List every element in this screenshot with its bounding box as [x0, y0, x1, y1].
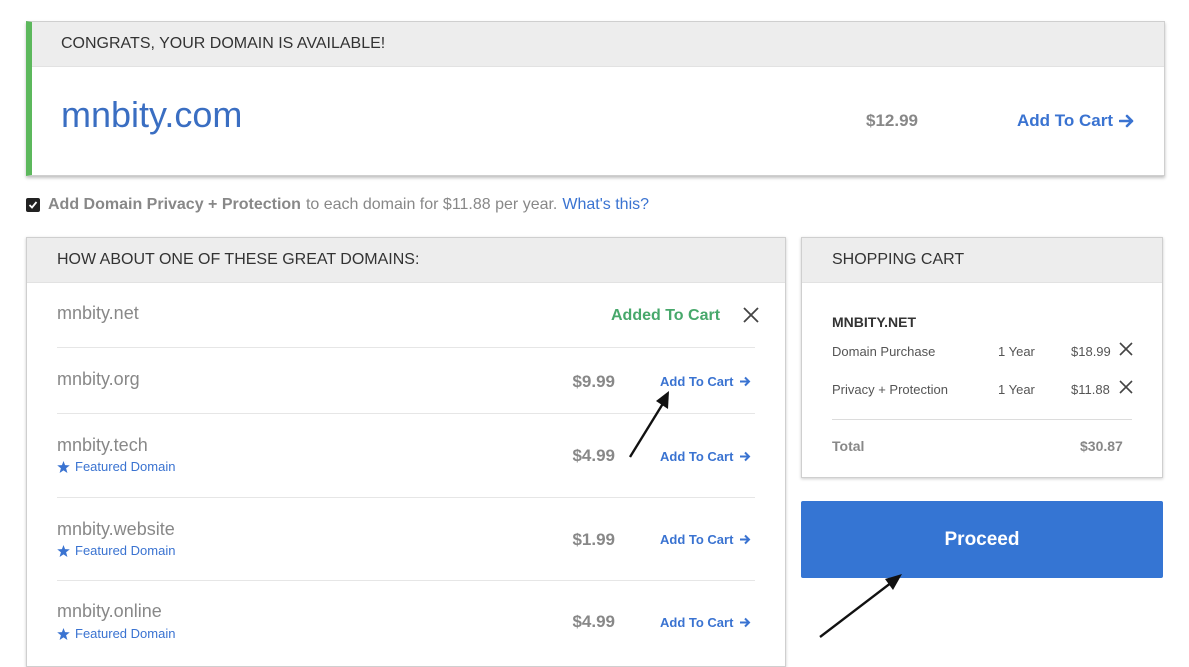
- featured-label: Featured Domain: [75, 543, 176, 558]
- suggestion-price: $9.99: [572, 372, 615, 391]
- cart-item-title: MNBITY.NET: [832, 314, 916, 330]
- cart-line-amount: $11.88: [1071, 382, 1110, 397]
- suggestion-row: mnbity.online Featured Domain $4.99 Add …: [57, 581, 755, 663]
- privacy-option: Add Domain Privacy + Protection to each …: [26, 196, 649, 214]
- cart-total-amount: $30.87: [1080, 438, 1123, 454]
- suggestion-row: mnbity.tech Featured Domain $4.99 Add To…: [57, 414, 755, 498]
- cart-header: SHOPPING CART: [802, 238, 1162, 283]
- suggestion-price: $1.99: [572, 530, 615, 549]
- suggestion-row: mnbity.website Featured Domain $1.99 Add…: [57, 498, 755, 581]
- available-domain-price: $12.99: [866, 111, 918, 130]
- suggestion-add-to-cart-button[interactable]: Add To Cart: [660, 532, 751, 547]
- featured-domain-badge: Featured Domain: [57, 459, 175, 474]
- suggestion-price: $4.99: [572, 446, 615, 465]
- cart-total-label: Total: [832, 438, 865, 454]
- remove-icon[interactable]: [1119, 342, 1133, 356]
- add-to-cart-label: Add To Cart: [660, 615, 734, 630]
- available-domain-name: mnbity.com: [61, 94, 243, 135]
- add-to-cart-label: Add To Cart: [660, 532, 734, 547]
- privacy-rest-text: to each domain for $11.88 per year.: [305, 196, 558, 213]
- whats-this-link[interactable]: What's this?: [562, 196, 649, 214]
- cart-line-term: 1 Year: [998, 344, 1035, 359]
- suggestion-row: mnbity.net Added To Cart: [57, 282, 759, 348]
- suggestion-add-to-cart-button[interactable]: Add To Cart: [660, 449, 751, 464]
- cart-line-label: Privacy + Protection: [832, 382, 948, 397]
- shopping-cart-panel: SHOPPING CART MNBITY.NET Domain Purchase…: [801, 237, 1163, 478]
- suggested-domains-panel: HOW ABOUT ONE OF THESE GREAT DOMAINS: mn…: [26, 237, 786, 667]
- privacy-strong-text: Add Domain Privacy + Protection: [48, 196, 301, 213]
- add-to-cart-label: Add To Cart: [1017, 111, 1114, 130]
- add-to-cart-label: Add To Cart: [660, 449, 734, 464]
- arrow-right-icon: [740, 534, 751, 545]
- cart-line-label: Domain Purchase: [832, 344, 936, 359]
- star-icon: [57, 627, 70, 640]
- cart-line-term: 1 Year: [998, 382, 1035, 397]
- cart-line-amount: $18.99: [1071, 344, 1111, 359]
- suggestion-add-to-cart-button[interactable]: Add To Cart: [660, 615, 751, 630]
- added-to-cart-status: Added To Cart: [611, 307, 721, 324]
- available-domain-card: CONGRATS, YOUR DOMAIN IS AVAILABLE! mnbi…: [26, 21, 1165, 176]
- suggestion-price: $4.99: [572, 612, 615, 631]
- remove-icon[interactable]: [1119, 380, 1133, 394]
- featured-domain-badge: Featured Domain: [57, 626, 175, 641]
- remove-icon[interactable]: [743, 307, 759, 323]
- featured-domain-badge: Featured Domain: [57, 543, 175, 558]
- available-add-to-cart-button[interactable]: Add To Cart: [1017, 111, 1135, 131]
- arrow-right-icon: [740, 617, 751, 628]
- arrow-right-icon: [740, 451, 751, 462]
- featured-label: Featured Domain: [75, 626, 176, 641]
- suggestion-domain-name: mnbity.tech: [57, 435, 148, 455]
- arrow-right-icon: [740, 376, 751, 387]
- suggestions-header: HOW ABOUT ONE OF THESE GREAT DOMAINS:: [27, 238, 785, 283]
- check-icon: [28, 201, 38, 209]
- star-icon: [57, 544, 70, 557]
- star-icon: [57, 460, 70, 473]
- privacy-checkbox[interactable]: [26, 198, 40, 212]
- featured-label: Featured Domain: [75, 459, 176, 474]
- suggestion-domain-name: mnbity.net: [57, 303, 139, 323]
- proceed-button[interactable]: Proceed: [801, 501, 1163, 578]
- suggestion-add-to-cart-button[interactable]: Add To Cart: [660, 374, 751, 389]
- suggestion-row: mnbity.org $9.99 Add To Cart: [57, 348, 755, 414]
- add-to-cart-label: Add To Cart: [660, 374, 734, 389]
- suggestion-domain-name: mnbity.org: [57, 369, 140, 389]
- suggestion-domain-name: mnbity.website: [57, 519, 175, 539]
- suggestion-domain-name: mnbity.online: [57, 601, 162, 621]
- cart-divider: [832, 419, 1132, 420]
- arrow-right-icon: [1119, 114, 1134, 128]
- available-header: CONGRATS, YOUR DOMAIN IS AVAILABLE!: [32, 22, 1164, 67]
